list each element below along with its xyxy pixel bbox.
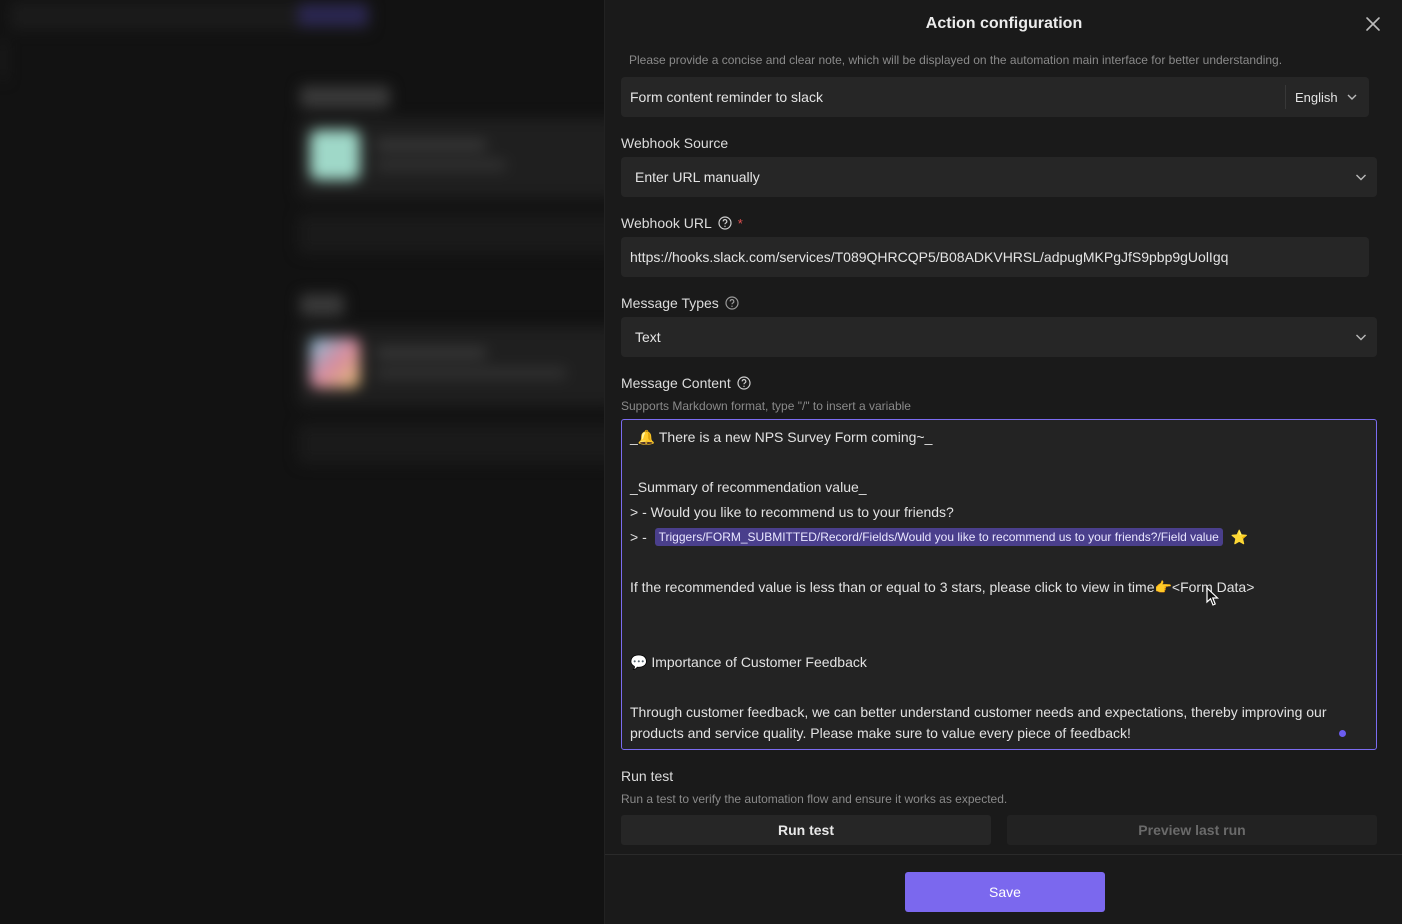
webhook-source-label-text: Webhook Source xyxy=(621,135,729,151)
editor-line: _Summary of recommendation value_ xyxy=(630,479,867,495)
editor-text: If the recommended value is less than or… xyxy=(630,579,1155,595)
star-icon: ⭐ xyxy=(1230,530,1249,546)
editor-text: > - xyxy=(630,529,651,545)
drawer-title: Action configuration xyxy=(925,15,1083,32)
background-heading xyxy=(300,86,390,108)
message-types-select[interactable]: Text xyxy=(621,317,1377,357)
background-strip xyxy=(298,214,604,254)
editor-line: 💬 Importance of Customer Feedback xyxy=(630,654,867,671)
background-thumb xyxy=(310,338,360,388)
speech-bubble-icon: 💬 xyxy=(630,655,648,671)
editor-line: > - Triggers/FORM_SUBMITTED/Record/Field… xyxy=(630,528,1248,546)
note-hint: Please provide a concise and clear note,… xyxy=(629,53,1283,67)
chevron-down-icon xyxy=(1356,174,1366,181)
action-configuration-drawer: Action configuration Please provide a co… xyxy=(604,0,1402,924)
note-input-value: Form content reminder to slack xyxy=(630,89,823,105)
note-input[interactable]: Form content reminder to slack English xyxy=(621,77,1369,117)
message-content-hint: Supports Markdown format, type "/" to in… xyxy=(621,399,911,413)
editor-line: _🔔 There is a new NPS Survey Form coming… xyxy=(630,429,932,446)
preview-last-run-button[interactable]: Preview last run xyxy=(1007,815,1377,845)
chevron-down-icon xyxy=(1356,334,1366,341)
drawer-content: Please provide a concise and clear note,… xyxy=(621,50,1377,854)
background-card xyxy=(298,326,604,406)
message-types-value: Text xyxy=(635,329,661,345)
editor-line: > - Would you like to recommend us to yo… xyxy=(630,504,954,520)
message-types-label: Message Types xyxy=(621,295,739,311)
editor-text: Importance of Customer Feedback xyxy=(647,654,867,670)
close-icon[interactable] xyxy=(1363,14,1383,34)
background-sidebar-edge xyxy=(0,40,6,80)
help-icon[interactable] xyxy=(725,296,739,310)
mouse-cursor-icon xyxy=(1206,587,1219,606)
webhook-url-label-text: Webhook URL xyxy=(621,215,712,231)
variable-tag[interactable]: Triggers/FORM_SUBMITTED/Record/Fields/Wo… xyxy=(654,528,1223,546)
drawer-header: Action configuration xyxy=(605,0,1402,50)
background-thumb xyxy=(310,130,360,180)
message-types-label-text: Message Types xyxy=(621,295,719,311)
background-top-button xyxy=(298,4,368,26)
chevron-down-icon xyxy=(1347,94,1357,100)
message-content-label-text: Message Content xyxy=(621,375,731,391)
save-button[interactable]: Save xyxy=(905,872,1105,912)
run-test-button[interactable]: Run test xyxy=(621,815,991,845)
editor-text: _ xyxy=(630,429,638,445)
editor-line: Through customer feedback, we can better… xyxy=(630,704,1327,720)
background-line xyxy=(376,160,506,170)
webhook-url-label: Webhook URL * xyxy=(621,215,743,231)
language-select[interactable]: English xyxy=(1295,77,1369,117)
background-line xyxy=(376,348,486,358)
run-test-label-text: Run test xyxy=(621,768,674,784)
webhook-source-label: Webhook Source xyxy=(621,135,728,151)
help-icon[interactable] xyxy=(718,216,732,230)
background-line xyxy=(376,140,486,150)
editor-status-dot xyxy=(1339,730,1346,737)
background-card xyxy=(298,118,604,198)
message-content-editor[interactable]: _🔔 There is a new NPS Survey Form coming… xyxy=(621,419,1377,750)
editor-line: products and service quality. Please mak… xyxy=(630,725,1131,741)
webhook-url-value: https://hooks.slack.com/services/T089QHR… xyxy=(630,249,1229,265)
background-line xyxy=(376,368,566,378)
message-content-label: Message Content xyxy=(621,375,751,391)
editor-line: If the recommended value is less than or… xyxy=(630,579,1254,596)
background-strip xyxy=(298,424,604,464)
language-select-value: English xyxy=(1295,89,1338,105)
help-icon[interactable] xyxy=(737,376,751,390)
webhook-url-input[interactable]: https://hooks.slack.com/services/T089QHR… xyxy=(621,237,1369,277)
editor-text: There is a new NPS Survey Form coming~_ xyxy=(655,429,933,445)
run-test-hint: Run a test to verify the automation flow… xyxy=(621,792,1008,806)
pointing-hand-icon: 👉 xyxy=(1154,580,1172,596)
drawer-footer: Save xyxy=(605,854,1402,924)
background-app xyxy=(0,0,604,924)
divider xyxy=(1285,85,1286,109)
bell-icon: 🔔 xyxy=(637,430,656,446)
required-mark: * xyxy=(737,215,743,231)
run-test-label: Run test xyxy=(621,768,673,784)
webhook-source-value: Enter URL manually xyxy=(635,169,760,185)
webhook-source-select[interactable]: Enter URL manually xyxy=(621,157,1377,197)
background-heading xyxy=(300,294,344,316)
